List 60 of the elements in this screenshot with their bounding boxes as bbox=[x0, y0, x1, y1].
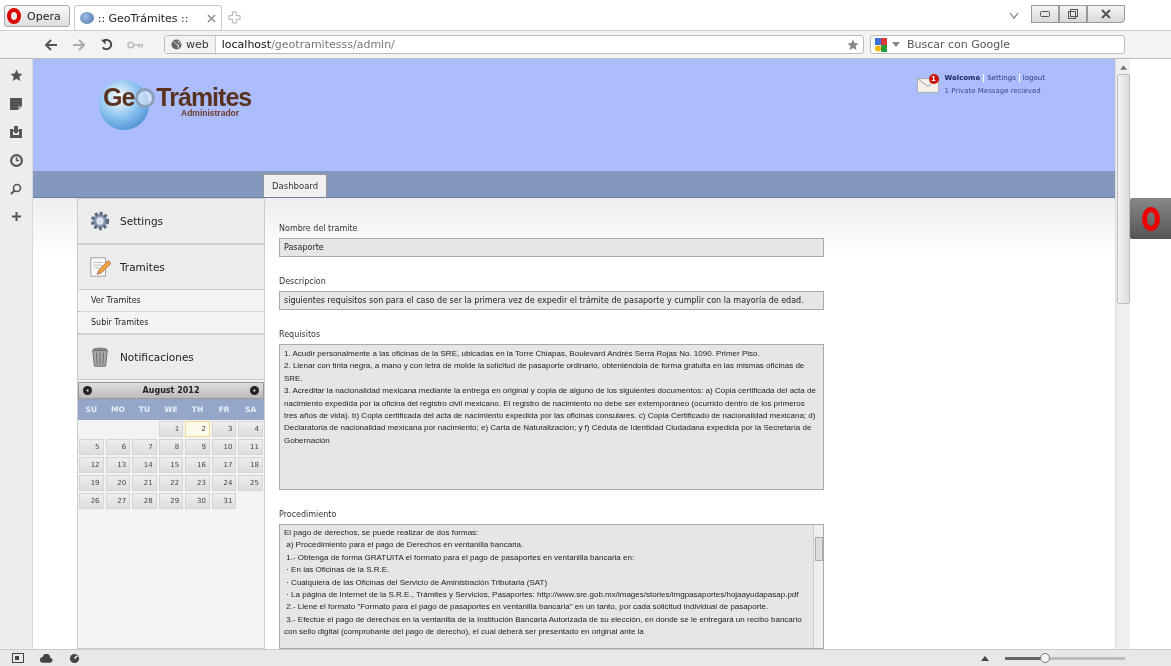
sidebar-section[interactable]: Settings bbox=[78, 198, 264, 244]
minimize-button[interactable] bbox=[1031, 5, 1059, 23]
month-title: August 2012 bbox=[142, 386, 200, 395]
sidebar-section[interactable]: Tramites bbox=[78, 244, 264, 290]
dashboard-tab[interactable]: Dashboard bbox=[263, 174, 328, 197]
page-scrollbar[interactable] bbox=[1115, 59, 1130, 649]
search-field[interactable]: Buscar con Google bbox=[905, 37, 1124, 52]
speedometer-icon[interactable] bbox=[69, 652, 80, 664]
minimize-icon bbox=[1040, 11, 1050, 17]
dropdown-icon[interactable] bbox=[1009, 12, 1019, 20]
reload-icon[interactable] bbox=[100, 38, 113, 51]
close-icon bbox=[1100, 9, 1112, 19]
opera-menu-button[interactable]: Opera bbox=[4, 5, 70, 27]
scrollbar[interactable] bbox=[813, 525, 823, 648]
note-icon[interactable] bbox=[10, 98, 22, 110]
opera-logo-icon bbox=[7, 8, 21, 24]
plus-icon[interactable] bbox=[10, 211, 22, 222]
clock-icon[interactable] bbox=[9, 154, 23, 167]
caret-icon[interactable] bbox=[892, 42, 900, 47]
google-logo-icon bbox=[875, 37, 887, 52]
panel-toggle-icon[interactable] bbox=[12, 653, 24, 663]
restore-button[interactable] bbox=[1059, 5, 1087, 23]
close-button[interactable] bbox=[1087, 5, 1125, 23]
caret-up-icon[interactable] bbox=[981, 655, 989, 661]
download-icon[interactable] bbox=[10, 126, 22, 138]
restore-icon bbox=[1068, 9, 1078, 19]
web-badge[interactable]: web bbox=[165, 36, 216, 53]
sidebar-link[interactable]: Ver Tramites bbox=[78, 290, 264, 312]
url-text: localhost/geotramitesss/admin/ bbox=[221, 38, 395, 51]
notepad-pencil-icon bbox=[89, 256, 111, 278]
text-area[interactable]: 1. Acudir personalmente a las oficinas de la SRE, ubicadas en la Torre Chiapas, Boulevard Andrés Serra Rojas No. 1090. Primer Piso. 2. Llenar con tinta negra, a mano y con letra de molde la solicitud de pasaporte ordinario, obteniéndola de forma gratuita en las mismas oficinas de SRE. 3. Acreditar la nacionalidad mexicana mediante la entrega en original y copia de alguno de los siguientes documentos: a) Copia certificada del acta de nacimiento expedida por la oficina del registro civil mexicano. El registro de nacimiento no debe ser extemporáneo (ocurrido dentro de los primeros tres años de vida). b) Copia certificada del acta de nacimiento expedida por las oficinas consulares. c) Copia Certificado de nacionalidad mexicana; d) Declaratoria de nacionalidad mexicana por nacimiento; e) Carta de Naturalización; y f) Cédula de Identidad Ciudadana expedida por la Secretaría de Gobernación bbox=[279, 344, 824, 490]
star-icon[interactable] bbox=[847, 38, 859, 51]
next-icon[interactable] bbox=[250, 386, 259, 395]
sidebar-section[interactable]: Notificaciones bbox=[78, 334, 264, 380]
web-label: web bbox=[186, 38, 209, 51]
field-label: Descripcion bbox=[279, 277, 327, 286]
search-icon[interactable] bbox=[10, 183, 22, 195]
text-area[interactable]: El pago de derechos, se puede realizar de dos formas: a) Procedimiento para el pago de Derechos en ventanilla bancaria. 1.- Obtenga de forma GRATUITA el formato para el pago de pasaportes en ventanilla bancaria en: · En las Oficinas de la S.R.E. · Cualquiera de las Oficinas del Servicio de Aministración Tributaria (SAT) · La página de Internet de la S.R.E., Trámites y Servicios, Pasaportes: http://www.sre.gob.mx/images/stories/imgpasaportes/hojaayudapasap.pdf 2.- Llene el formato "Formato para el pago de pasaportes en ventanilla bancaria" en un tanto, por cada solicitud individual de pasaporte. 3.- Efectúe el pago de derechos en la ventanilla de la Institución Bancaria Autorizada de su elección, en donde se le entregará un recibo bancario con sello digital (comprobante del pago de derecho), el cual deberá ser presentado en original ante la bbox=[279, 524, 824, 649]
text-field[interactable]: Pasaporte bbox=[279, 238, 824, 257]
trash-can-icon bbox=[89, 346, 111, 368]
back-arrow-icon[interactable] bbox=[44, 38, 58, 51]
field-label: Requisitos bbox=[279, 330, 322, 339]
search-bar[interactable]: Buscar con Google bbox=[870, 35, 1125, 54]
previous-icon[interactable] bbox=[83, 386, 92, 395]
logo-drawing: Ge Trámites Administrador bbox=[99, 77, 249, 133]
gear-icon bbox=[89, 210, 111, 232]
tab-title: :: GeoTrámites :: bbox=[97, 11, 190, 25]
globe-icon bbox=[171, 39, 182, 50]
address-field[interactable]: web localhost/geotramitesss/admin/ bbox=[164, 35, 864, 54]
cloud-icon[interactable] bbox=[40, 653, 53, 663]
browser-tab[interactable]: :: GeoTrámites :: bbox=[73, 5, 222, 30]
envelope-icon[interactable] bbox=[916, 78, 939, 93]
field-label: Nombre del tramite bbox=[279, 224, 359, 233]
globe-favicon-icon bbox=[79, 12, 94, 24]
text-field[interactable]: siguientes requisitos son para el caso de ser la primera vez de expedir el trámite de pasaporte y cumplir con la mayoría de edad. bbox=[279, 291, 824, 310]
zoom-slider[interactable] bbox=[1005, 656, 1125, 660]
star-icon[interactable] bbox=[9, 69, 23, 82]
scroll-up-icon[interactable] bbox=[1119, 65, 1127, 70]
close-icon[interactable] bbox=[206, 13, 216, 23]
field-label: Procedimiento bbox=[279, 510, 338, 519]
